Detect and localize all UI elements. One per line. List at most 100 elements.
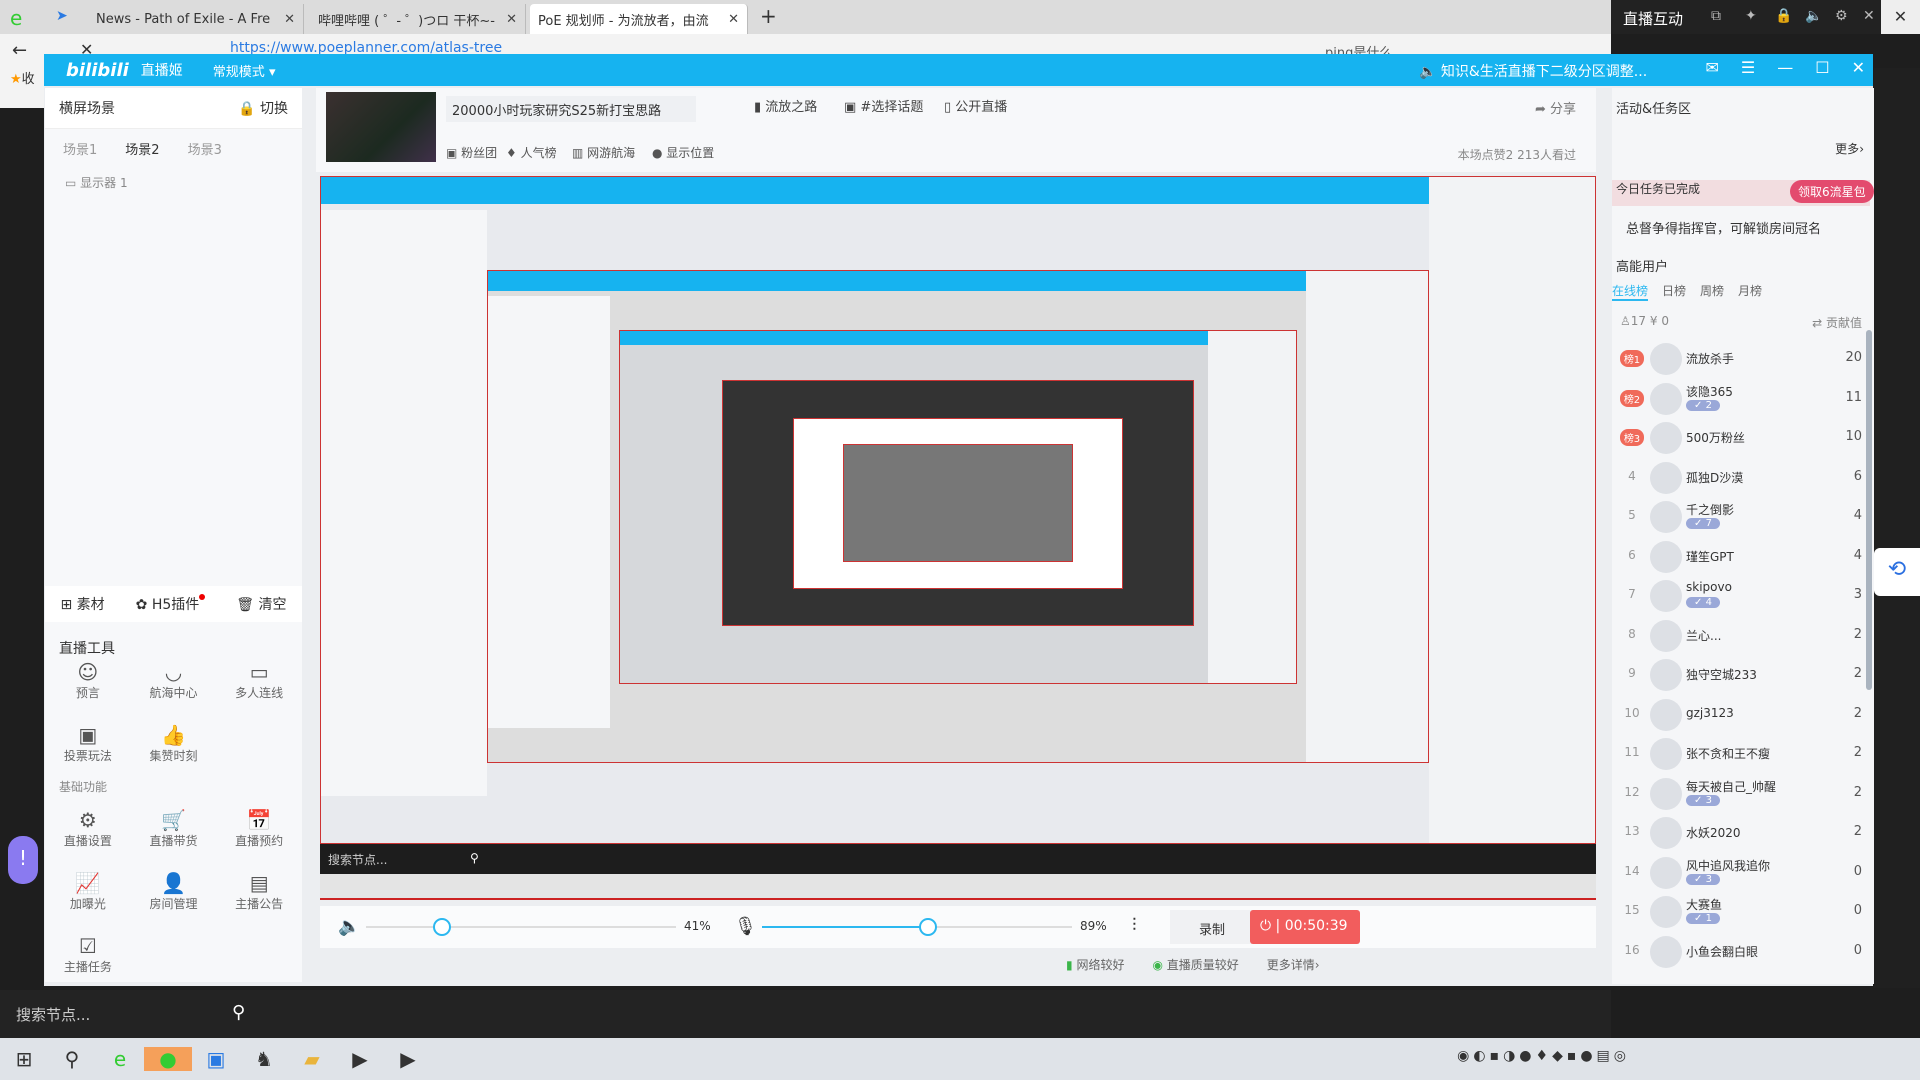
commander-banner[interactable]: 总督争得指挥官，可解锁房间冠名: [1626, 218, 1821, 237]
rank-scrollbar[interactable]: [1866, 330, 1872, 690]
record-button[interactable]: 录制: [1170, 910, 1254, 944]
stream-preview[interactable]: 搜索节点... ⚲: [320, 176, 1596, 900]
rank-row[interactable]: 16 小鱼会翻白眼 0: [1612, 933, 1862, 971]
nav-icon[interactable]: ➤: [56, 8, 68, 24]
avatar[interactable]: [1650, 817, 1682, 849]
avatar[interactable]: [1650, 343, 1682, 375]
user-name[interactable]: 每天被自己_帅醒: [1686, 778, 1776, 795]
maximize-icon[interactable]: ☐: [1815, 58, 1829, 77]
user-name[interactable]: 兰心...: [1686, 627, 1721, 644]
tool-vote[interactable]: ▣ 投票玩法: [45, 723, 131, 764]
tool-announce[interactable]: ▤ 主播公告: [216, 871, 302, 912]
rank-row[interactable]: 8 兰心... 2: [1612, 617, 1862, 655]
minimize-icon[interactable]: —: [1777, 58, 1793, 77]
tool-multi-link[interactable]: ▭ 多人连线: [216, 660, 302, 701]
rank-row[interactable]: 5 千之倒影 ✓ 7 4: [1612, 498, 1862, 536]
clear-button[interactable]: 🗑 清空: [236, 594, 286, 614]
avatar[interactable]: [1650, 540, 1682, 573]
rank-row[interactable]: 15 大赛鱼 ✓ 1 0: [1612, 893, 1862, 931]
app-icon[interactable]: ●: [144, 1047, 192, 1071]
user-name[interactable]: gzj3123: [1686, 706, 1734, 720]
back-icon[interactable]: ←: [12, 40, 27, 61]
volume-icon[interactable]: 🔈: [1805, 8, 1822, 24]
browser-tab-active[interactable]: PoE 规划师 - 为流放者，由流 ✕: [530, 4, 748, 34]
tool-shop[interactable]: 🛒 直播带货: [131, 808, 217, 849]
popularity-button[interactable]: ♦ 人气榜: [506, 144, 557, 161]
rank-row[interactable]: 6 瑾笙GPT 4: [1612, 538, 1862, 576]
share-button[interactable]: ➦ 分享: [1535, 98, 1576, 117]
assistant-icon[interactable]: ⟲: [1874, 548, 1920, 596]
close-icon[interactable]: ✕: [1852, 58, 1865, 77]
tool-likes[interactable]: 👍 集赞时刻: [131, 723, 217, 764]
material-button[interactable]: ⊞ 素材: [60, 594, 104, 614]
tool-room[interactable]: 👤 房间管理: [131, 871, 217, 912]
search-icon[interactable]: ⚲: [232, 1002, 245, 1023]
terminal-icon[interactable]: ▶: [384, 1047, 432, 1071]
switch-button[interactable]: 🔒 切换: [238, 98, 288, 118]
avatar[interactable]: [1650, 935, 1682, 968]
rank-row[interactable]: 9 独守空城233 2: [1612, 656, 1862, 694]
rank-row[interactable]: 11 张不贪和王不瘦 2: [1612, 735, 1862, 773]
location-button[interactable]: ● 显示位置: [652, 144, 714, 161]
tool-voyage[interactable]: ◡ 航海中心: [131, 660, 217, 701]
user-name[interactable]: 张不贪和王不瘦: [1686, 745, 1770, 762]
start-icon[interactable]: ⊞: [0, 1047, 48, 1071]
new-tab-button[interactable]: +: [760, 4, 777, 28]
voyage-button[interactable]: ▥ 网游航海: [572, 144, 635, 161]
stop-live-button[interactable]: ⏻ | 00:50:39: [1250, 910, 1360, 944]
avatar[interactable]: [1650, 382, 1682, 415]
mode-select[interactable]: 常规模式 ▾: [213, 61, 276, 80]
slider-handle[interactable]: [918, 918, 937, 936]
menu-icon[interactable]: ☰: [1741, 58, 1755, 77]
slider-handle[interactable]: [433, 918, 452, 936]
tool-boost[interactable]: 📈 加曝光: [45, 871, 131, 912]
browser-tab[interactable]: 哔哩哔哩 ( ゜- ゜)つロ 干杯~- ✕: [310, 4, 526, 34]
rank-row[interactable]: 10 gzj3123 2: [1612, 696, 1862, 734]
feedback-button[interactable]: !: [8, 836, 38, 884]
browser-icon[interactable]: e: [96, 1047, 144, 1071]
tab-scene-2[interactable]: 场景2: [125, 139, 159, 158]
tab-weekly[interactable]: 周榜: [1700, 282, 1724, 301]
contrib-sort[interactable]: ⇄ 贡献值: [1812, 314, 1862, 331]
public-button[interactable]: ▯ 公开直播: [944, 96, 1007, 115]
avatar[interactable]: [1650, 738, 1682, 770]
rank-row[interactable]: 12 每天被自己_帅醒 ✓ 3 2: [1612, 775, 1862, 813]
mail-icon[interactable]: ✉: [1706, 58, 1719, 77]
bookmark-item[interactable]: 收: [22, 72, 35, 87]
user-name[interactable]: 500万粉丝: [1686, 429, 1745, 446]
avatar[interactable]: [1650, 619, 1682, 652]
rank-row[interactable]: 榜2 该隐365 ✓ 2 11: [1612, 380, 1862, 418]
more-details-link[interactable]: 更多详情›: [1267, 956, 1320, 973]
mic-volume-slider[interactable]: [762, 918, 1072, 936]
rank-row[interactable]: 榜1 流放杀手 20: [1612, 340, 1862, 378]
h5-plugin-button[interactable]: ✿ H5插件: [136, 594, 206, 614]
fans-button[interactable]: ▣ 粉丝团: [446, 144, 497, 161]
avatar[interactable]: [1650, 580, 1682, 612]
tool-reserve[interactable]: 📅 直播预约: [216, 808, 302, 849]
user-name[interactable]: 孤独D沙漠: [1686, 469, 1743, 486]
tool-prediction[interactable]: ☺ 预言: [45, 660, 131, 701]
user-name[interactable]: 瑾笙GPT: [1686, 548, 1734, 565]
terminal-icon[interactable]: ▶: [336, 1047, 384, 1071]
close-icon[interactable]: ✕: [284, 12, 295, 27]
avatar[interactable]: [1650, 422, 1682, 454]
avatar[interactable]: [1650, 698, 1682, 731]
source-monitor[interactable]: ▭ 显示器 1: [45, 168, 302, 197]
close-icon[interactable]: ✕: [728, 12, 739, 27]
close-icon[interactable]: ✕: [506, 12, 517, 27]
browser-tab[interactable]: News - Path of Exile - A Fre ✕: [88, 4, 304, 34]
folder-icon[interactable]: ▰: [288, 1047, 336, 1071]
speaker-volume-slider[interactable]: [366, 918, 676, 936]
notice-banner[interactable]: 🔈 知识&生活直播下二级分区调整...: [1419, 61, 1647, 81]
rank-row[interactable]: 13 水妖2020 2: [1612, 814, 1862, 852]
user-name[interactable]: 风中追风我追你: [1686, 857, 1770, 874]
more-link[interactable]: 更多›: [1835, 140, 1864, 157]
user-name[interactable]: 独守空城233: [1686, 666, 1757, 683]
gear-icon[interactable]: ⚙: [1835, 8, 1848, 24]
microphone-icon[interactable]: 🎙: [734, 916, 757, 937]
category-button[interactable]: ▮ 流放之路: [754, 96, 817, 115]
tab-monthly[interactable]: 月榜: [1738, 282, 1762, 301]
qq-icon[interactable]: ♞: [240, 1047, 288, 1071]
user-name[interactable]: 千之倒影: [1686, 501, 1734, 518]
avatar[interactable]: [1650, 501, 1682, 533]
